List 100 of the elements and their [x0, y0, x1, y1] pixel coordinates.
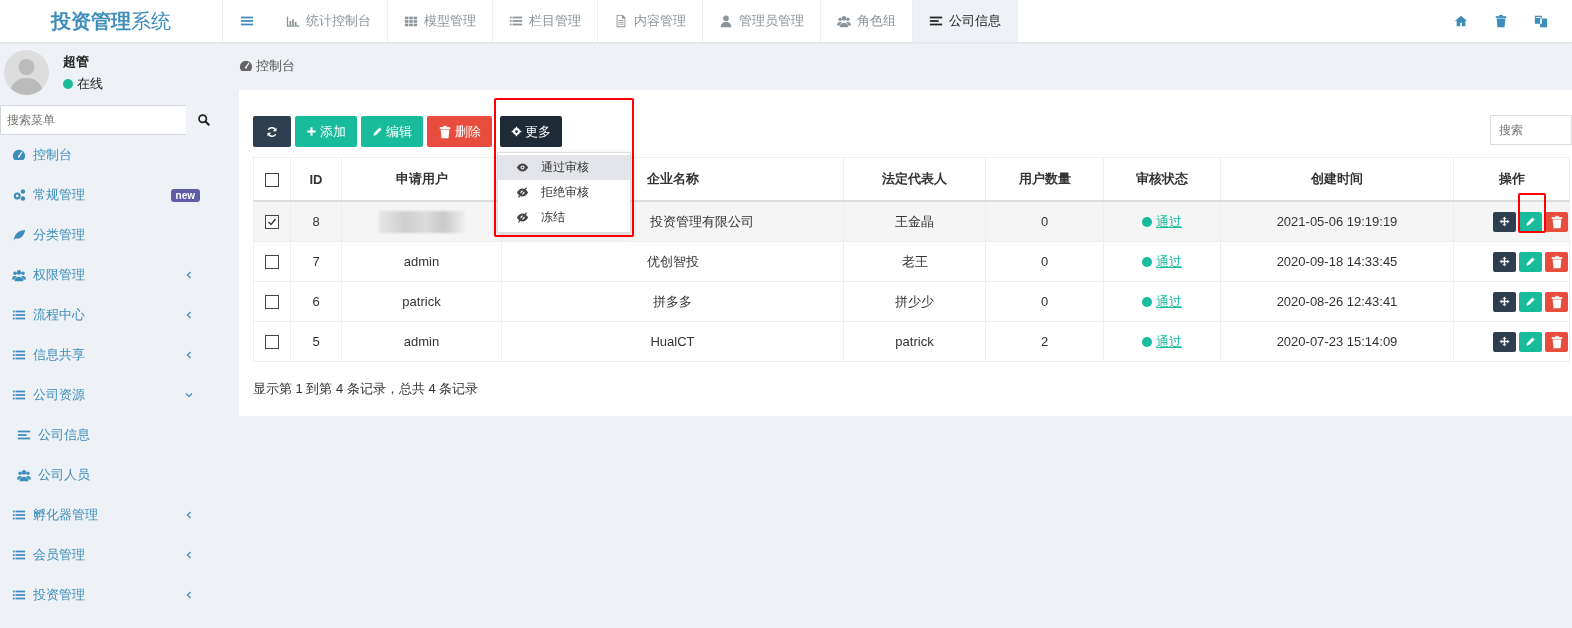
table-cell: 2020-08-26 12:43:41 [1276, 294, 1398, 309]
column-header: 企业名称 [646, 171, 699, 186]
table-cell: 2020-09-18 14:33:45 [1276, 254, 1398, 269]
grid-icon [404, 14, 418, 28]
table-cell: 优创智投 [646, 253, 699, 269]
nav-tab[interactable]: 统计控制台 [270, 0, 388, 42]
pencil-icon [1525, 256, 1536, 267]
table-cell: 老王 [901, 253, 928, 269]
sidebar-item[interactable]: 信息共享 [0, 335, 222, 375]
delete-button[interactable] [1545, 211, 1568, 232]
table-cell: 7 [312, 254, 320, 269]
table-search-field[interactable]: 搜索 [1490, 115, 1572, 145]
dropdown-item[interactable]: 拒绝审核 [498, 180, 630, 205]
trash-icon [1494, 14, 1508, 28]
edit-button[interactable]: 编辑 [361, 116, 423, 147]
clear-cache-button[interactable] [1494, 14, 1508, 28]
more-button[interactable]: 更多 [500, 116, 562, 147]
nav-tab[interactable]: 管理员管理 [703, 0, 821, 42]
sidebar-item[interactable]: 公司资源 [0, 375, 222, 415]
table-cell: 0 [1040, 254, 1049, 269]
column-header: 法定代表人 [882, 171, 947, 186]
trash-icon [1549, 294, 1564, 309]
sidebar-item[interactable]: 流程中心 [0, 295, 222, 335]
table-cell: 投资管理有限公司 [650, 213, 754, 229]
table-cell: 6 [312, 294, 320, 309]
status-dot [1142, 296, 1152, 307]
delete-button[interactable]: 删除 [427, 116, 492, 147]
dropdown-item[interactable]: 冻结 [498, 205, 630, 230]
language-button[interactable] [1534, 14, 1548, 28]
breadcrumb[interactable]: 控制台 [256, 57, 295, 75]
list-icon [509, 14, 523, 28]
delete-button[interactable] [1545, 291, 1568, 312]
row-checkbox[interactable] [265, 215, 279, 230]
dropdown-item[interactable]: 通过审核 [498, 155, 630, 180]
refresh-button[interactable] [253, 116, 291, 147]
select-all-checkbox[interactable] [265, 172, 279, 187]
status-link[interactable]: 通过 [1156, 252, 1182, 271]
eye-icon [516, 161, 529, 174]
drag-button[interactable] [1493, 211, 1516, 232]
home-button[interactable] [1454, 14, 1468, 28]
new-badge: new [170, 188, 200, 202]
nav-tab[interactable]: 角色组 [821, 0, 913, 42]
table-cell: HualCT [650, 334, 695, 349]
edit-button[interactable] [1519, 211, 1542, 232]
table-cell: 拼少少 [895, 293, 934, 309]
list-icon [12, 588, 26, 602]
status-link[interactable]: 通过 [1156, 332, 1182, 351]
list-icon [12, 388, 26, 402]
column-header: 用户数量 [1018, 171, 1071, 186]
add-button[interactable]: 添加 [295, 116, 357, 147]
column-header: 操作 [1498, 171, 1525, 186]
drag-button[interactable] [1493, 331, 1516, 352]
delete-button[interactable] [1545, 251, 1568, 272]
sidebar-item[interactable]: 权限管理 [0, 255, 222, 295]
refresh-icon [266, 125, 278, 138]
menu-icon [239, 14, 254, 28]
sidebar-item[interactable]: 控制台 [0, 135, 222, 175]
table-cell: 拼多多 [653, 293, 692, 309]
sidebar-item[interactable]: 分类管理 [0, 215, 222, 255]
nav-tab[interactable]: 模型管理 [388, 0, 493, 42]
document-icon [614, 14, 628, 28]
users-icon [837, 14, 851, 28]
avatar [4, 50, 49, 95]
list-icon [12, 548, 26, 562]
column-header: 申请用户 [395, 171, 448, 186]
nav-tab[interactable]: 栏目管理 [493, 0, 598, 42]
row-checkbox[interactable] [265, 255, 279, 270]
drag-button[interactable] [1493, 251, 1516, 272]
align-left-icon [929, 14, 943, 28]
menu-search-field[interactable]: 搜索菜单 [0, 105, 186, 135]
bar-chart-icon [286, 14, 300, 28]
drag-button[interactable] [1493, 291, 1516, 312]
user-icon [719, 14, 733, 28]
users-icon [17, 468, 31, 482]
nav-tab[interactable]: 内容管理 [598, 0, 703, 42]
pencil-icon [372, 126, 383, 137]
row-checkbox[interactable] [265, 295, 279, 310]
sidebar-item[interactable]: 会员管理 [0, 535, 222, 575]
delete-button[interactable] [1545, 331, 1568, 352]
nav-tab[interactable]: 公司信息 [913, 0, 1018, 42]
sidebar-subitem[interactable]: 公司信息 [0, 415, 222, 455]
eye-slash-icon [516, 186, 529, 199]
sidebar-item[interactable]: 常规管理 new [0, 175, 222, 215]
table-cell: 2020-07-23 15:14:09 [1276, 334, 1398, 349]
sidebar-item[interactable]: 孵化器管理 [0, 495, 222, 535]
align-left-icon [17, 428, 31, 442]
row-checkbox[interactable] [265, 335, 279, 350]
app-logo[interactable]: 投资管理系统 [0, 0, 222, 42]
sidebar-subitem[interactable]: 公司人员 [0, 455, 222, 495]
status-link[interactable]: 通过 [1156, 292, 1182, 311]
trash-icon [438, 124, 452, 139]
status-link[interactable]: 通过 [1156, 212, 1182, 231]
move-icon [1499, 296, 1510, 307]
table-cell: 2 [1040, 334, 1049, 349]
chevron-left-icon [184, 551, 194, 559]
sidebar-item[interactable]: 投资管理 [0, 575, 222, 615]
list-icon [12, 508, 26, 522]
chevron-left-icon [184, 311, 194, 319]
leaf-icon [12, 228, 26, 242]
table-cell: 8 [312, 214, 320, 229]
